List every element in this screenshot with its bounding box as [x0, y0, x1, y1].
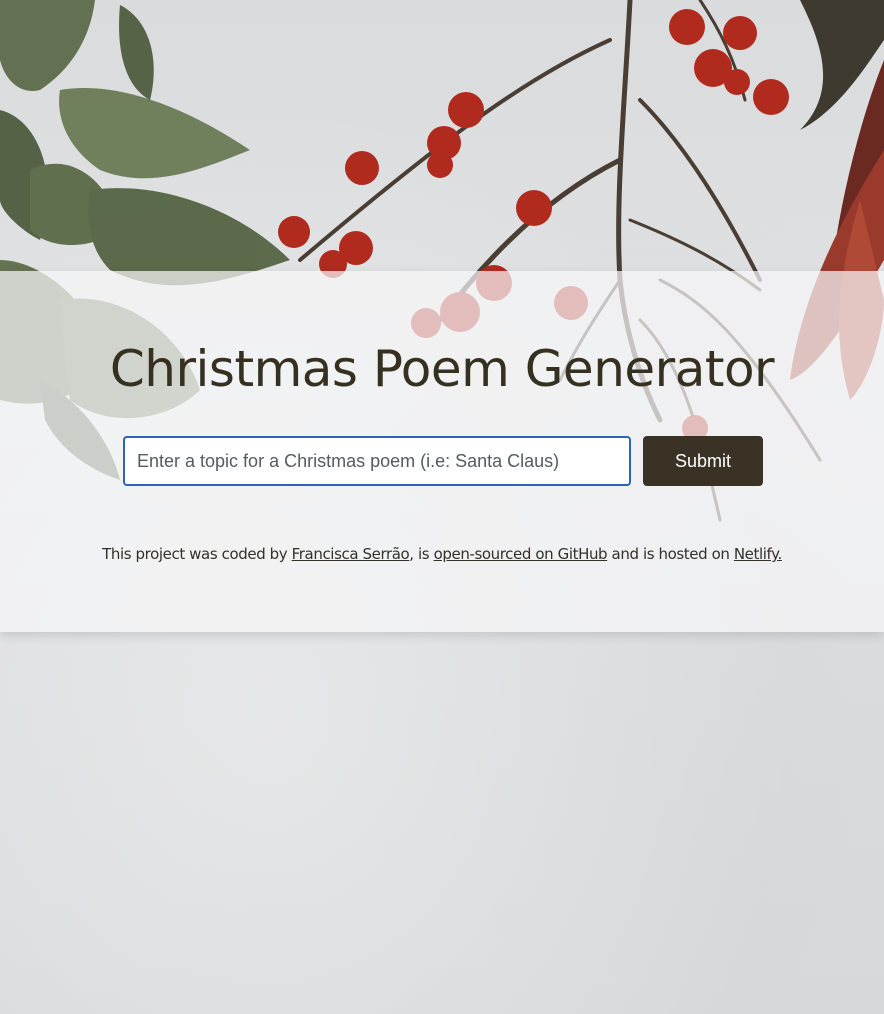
page-title: Christmas Poem Generator	[109, 340, 775, 398]
footer-text-3: and is hosted on	[607, 545, 734, 563]
footer-text-2: , is	[409, 545, 434, 563]
github-link[interactable]: open-sourced on GitHub	[434, 545, 608, 563]
footer-credits: This project was coded by Francisca Serr…	[0, 545, 884, 563]
author-link[interactable]: Francisca Serrão	[292, 545, 410, 563]
netlify-link[interactable]: Netlify.	[734, 545, 782, 563]
topic-input[interactable]	[123, 436, 631, 486]
footer-text-1: This project was coded by	[102, 545, 292, 563]
submit-button[interactable]: Submit	[643, 436, 763, 486]
